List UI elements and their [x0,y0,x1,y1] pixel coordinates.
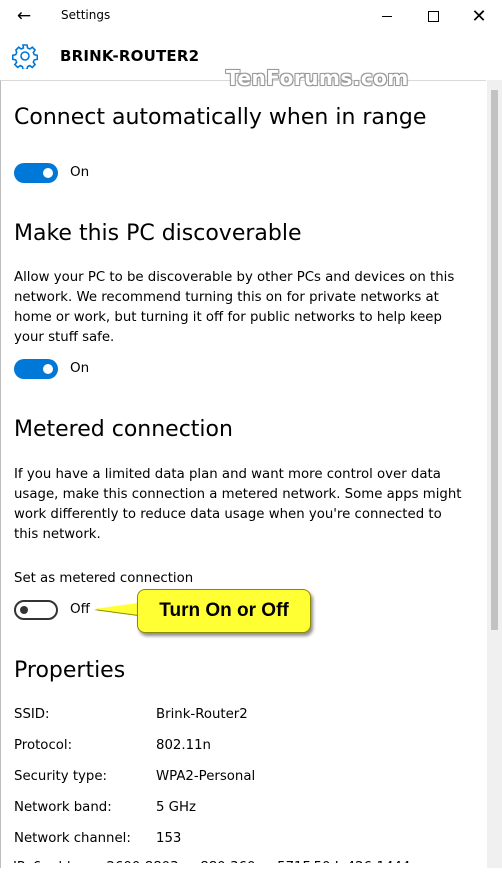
toggle-knob [43,364,53,374]
metered-toggle[interactable] [14,600,58,620]
property-key: Security type: [14,769,108,784]
close-icon: ✕ [471,5,487,27]
window-title: Settings [61,8,111,22]
property-key: Network channel: [14,831,131,846]
scrollbar[interactable] [487,80,502,868]
watermark: TenForums.com [226,66,409,90]
toggle-knob [43,168,53,178]
scrollbar-thumb[interactable] [491,90,498,630]
callout-pointer [94,603,138,615]
property-value: 153 [156,831,182,846]
properties-heading: Properties [14,658,126,683]
property-row-ssid: SSID: Brink-Router2 [14,707,474,727]
discoverable-heading: Make this PC discoverable [14,221,302,246]
discoverable-toggle[interactable] [14,359,58,379]
metered-heading: Metered connection [14,417,233,442]
metered-setting-label: Set as metered connection [14,571,194,586]
connect-auto-state: On [70,164,90,180]
property-key: Network band: [14,800,112,815]
toggle-knob [20,606,28,614]
property-row-channel: Network channel: 153 [14,831,474,851]
property-row-protocol: Protocol: 802.11n [14,738,474,758]
maximize-icon [427,10,439,22]
property-key: Protocol: [14,738,73,753]
property-row-security: Security type: WPA2-Personal [14,769,474,789]
property-value: 5 GHz [156,800,196,815]
metered-description: If you have a limited data plan and want… [14,467,462,542]
callout-annotation: Turn On or Off [137,589,311,633]
property-key: SSID: [14,707,50,722]
settings-content: Connect automatically when in range On M… [0,80,486,868]
property-row-band: Network band: 5 GHz [14,800,474,820]
property-value: WPA2-Personal [156,769,256,784]
discoverable-state: On [70,360,90,376]
minimize-button[interactable] [364,0,410,32]
discoverable-description: Allow your PC to be discoverable by othe… [14,270,455,345]
title-bar: ← Settings ✕ [0,0,502,32]
back-arrow-icon: ← [16,6,32,26]
network-name: BRINK-ROUTER2 [60,47,200,65]
connect-auto-heading: Connect automatically when in range [14,105,427,130]
property-value: 802.11n [156,738,211,753]
close-button[interactable]: ✕ [456,0,502,32]
metered-state: Off [70,601,90,617]
connect-auto-toggle[interactable] [14,163,58,183]
gear-icon [12,44,38,69]
back-button[interactable]: ← [10,4,38,28]
maximize-button[interactable] [410,0,456,32]
property-value: Brink-Router2 [156,707,248,722]
minimize-icon [382,15,392,17]
